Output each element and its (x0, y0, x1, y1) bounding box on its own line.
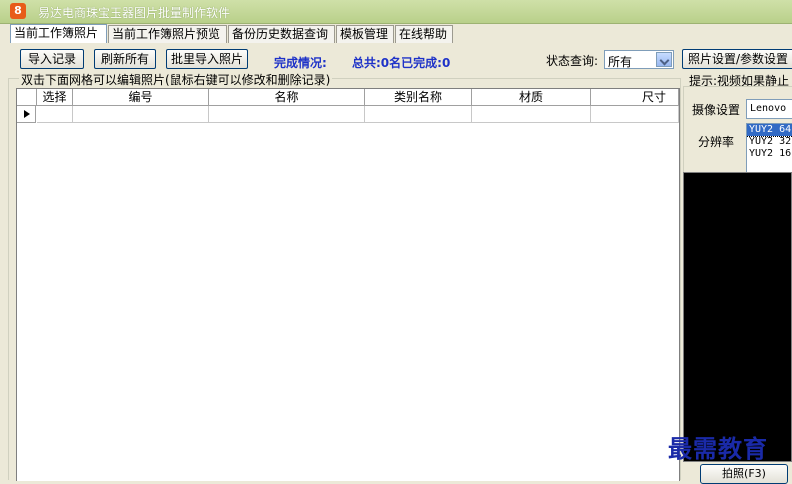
tab-current-photos[interactable]: 当前工作簿照片 (10, 24, 107, 43)
column-header-category[interactable]: 类别名称 (365, 89, 472, 106)
column-header-name[interactable]: 名称 (209, 89, 365, 106)
tab-history-query[interactable]: 备份历史数据查询 (228, 25, 335, 43)
status-query-label: 状态查询: (546, 54, 599, 68)
camera-panel: 提示:视频如果静止 摄像设置 Lenovo 分辨率 YUY2 64 YUY2 3… (683, 72, 792, 484)
resolution-label: 分辨率 (698, 135, 735, 149)
batch-import-photos-button[interactable]: 批里导入照片 (166, 49, 248, 69)
camera-device-select[interactable]: Lenovo (746, 99, 792, 119)
completion-label: 完成情况: (274, 56, 327, 70)
cell-size[interactable] (591, 106, 679, 123)
resolution-option[interactable]: YUY2 16 (747, 148, 792, 160)
app-icon: 8 (10, 3, 26, 19)
cell-code[interactable] (73, 106, 209, 123)
tab-photo-preview[interactable]: 当前工作簿照片预览 (108, 25, 227, 43)
watermark-logo: 最需教育 (668, 434, 768, 463)
camera-device-label: 摄像设置 (692, 103, 741, 117)
photo-settings-button[interactable]: 照片设置/参数设置 (682, 49, 792, 69)
grid-corner (17, 89, 37, 106)
window-title: 易达电商珠宝玉器图片批量制作软件 (38, 6, 231, 20)
tab-online-help[interactable]: 在线帮助 (395, 25, 453, 43)
grid-caption: 双击下面网格可以编辑照片(鼠标右键可以修改和删除记录) (19, 71, 333, 88)
cell-name[interactable] (209, 106, 365, 123)
column-header-select[interactable]: 选择 (37, 89, 73, 106)
status-query-value: 所有 (608, 55, 633, 69)
records-grid[interactable]: 选择 编号 名称 类别名称 材质 尺寸 (16, 88, 680, 481)
column-header-size[interactable]: 尺寸 (591, 89, 679, 106)
table-row[interactable] (17, 106, 679, 123)
cell-category[interactable] (365, 106, 472, 123)
grid-header: 选择 编号 名称 类别名称 材质 尺寸 (17, 89, 679, 106)
column-header-material[interactable]: 材质 (472, 89, 591, 106)
video-preview (683, 172, 792, 462)
refresh-all-button[interactable]: 刷新所有 (94, 49, 156, 69)
records-group: 双击下面网格可以编辑照片(鼠标右键可以修改和删除记录) 选择 编号 名称 类别名… (8, 71, 681, 481)
cell-material[interactable] (472, 106, 591, 123)
cell-select[interactable] (37, 106, 73, 123)
title-bar: 8 易达电商珠宝玉器图片批量制作软件 (0, 0, 792, 24)
completion-total: 总共:0名已完成:0 (352, 56, 451, 70)
chevron-down-icon[interactable] (656, 52, 672, 67)
tab-template-manage[interactable]: 模板管理 (336, 25, 394, 43)
import-records-button[interactable]: 导入记录 (20, 49, 84, 69)
resolution-option[interactable]: YUY2 64 (747, 124, 792, 137)
capture-photo-button[interactable]: 拍照(F3) (700, 464, 788, 484)
column-header-code[interactable]: 编号 (73, 89, 209, 106)
toolbar: 导入记录 刷新所有 批里导入照片 完成情况: 总共:0名已完成:0 状态查询: … (10, 44, 792, 72)
resolution-option[interactable]: YUY2 32 (747, 136, 792, 148)
row-pointer-icon (17, 106, 36, 123)
status-query-select[interactable]: 所有 (604, 50, 674, 69)
